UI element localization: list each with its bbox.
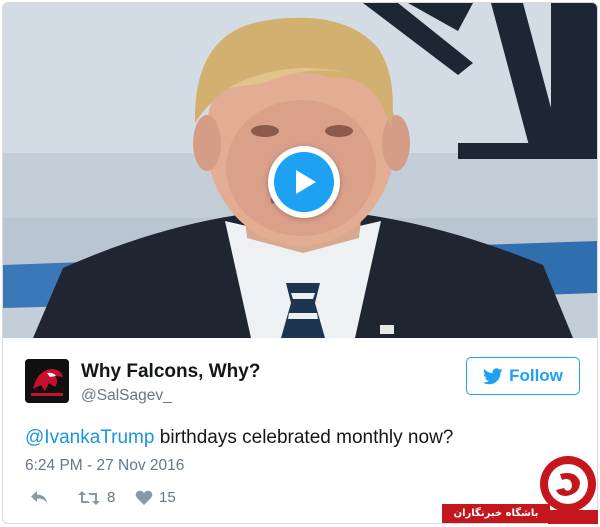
watermark-text: باشگاه خبرنگاران xyxy=(442,504,550,523)
tweet-author: Why Falcons, Why? @SalSagev_ Follow xyxy=(25,355,585,405)
reply-icon xyxy=(31,491,47,503)
author-name[interactable]: Why Falcons, Why? xyxy=(81,361,260,383)
follow-label: Follow xyxy=(509,366,563,385)
tweet-timestamp[interactable]: 6:24 PM - 27 Nov 2016 xyxy=(25,457,184,475)
tweet-text: @IvankaTrump birthdays celebrated monthl… xyxy=(25,427,453,449)
avatar[interactable] xyxy=(25,359,69,403)
play-icon xyxy=(274,152,334,212)
watermark: باشگاه خبرنگاران xyxy=(434,452,600,527)
falcon-logo-icon xyxy=(25,359,69,403)
heart-icon xyxy=(135,490,153,505)
like-button[interactable]: 15 xyxy=(135,489,176,506)
reply-button[interactable] xyxy=(29,489,49,505)
retweet-count: 8 xyxy=(107,489,116,506)
follow-button[interactable]: Follow xyxy=(466,357,580,395)
play-button[interactable] xyxy=(268,146,340,218)
tweet-card: Why Falcons, Why? @SalSagev_ Follow @Iva… xyxy=(2,2,598,524)
retweet-icon xyxy=(78,490,100,505)
tweet-body: birthdays celebrated monthly now? xyxy=(154,427,454,448)
video-thumbnail[interactable] xyxy=(3,3,597,338)
author-handle[interactable]: @SalSagev_ xyxy=(81,387,172,405)
retweet-button[interactable]: 8 xyxy=(77,489,115,506)
like-count: 15 xyxy=(159,489,176,506)
twitter-bird-icon xyxy=(483,367,503,384)
mention-link[interactable]: @IvankaTrump xyxy=(25,427,154,448)
